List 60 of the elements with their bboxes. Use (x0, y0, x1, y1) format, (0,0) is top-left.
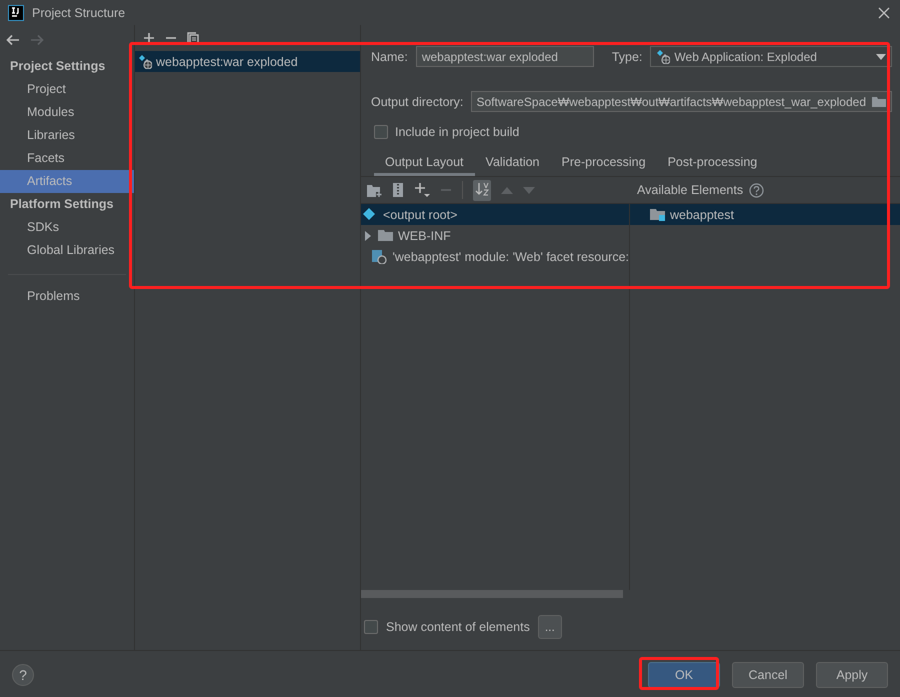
artifact-list-item[interactable]: webapptest:war exploded (135, 51, 360, 72)
checkbox-label: Show content of elements (386, 620, 530, 634)
tree-row[interactable]: webapptest (630, 204, 900, 225)
tree-row[interactable]: 'webapptest' module: 'Web' facet resource: (361, 246, 629, 267)
section-header: Platform Settings (9, 196, 114, 213)
dialog-button[interactable]: Cancel (732, 662, 804, 688)
dropdown-caret-icon (876, 54, 886, 60)
more-button[interactable]: ... (538, 615, 562, 639)
tab[interactable]: Validation (474, 150, 551, 176)
archive-icon[interactable] (392, 183, 404, 197)
output-directory-field[interactable]: SoftwareSpace₩webapptest₩out₩artifacts₩webapptest_war_exploded (471, 91, 892, 112)
sidebar-item[interactable]: Libraries (0, 124, 134, 147)
sidebar-item[interactable]: Global Libraries (0, 239, 134, 262)
module-resource-icon (372, 250, 388, 264)
app-logo-icon (8, 4, 24, 20)
field-label: Name: (371, 50, 408, 64)
back-arrow-icon[interactable] (6, 34, 20, 46)
sort-icon[interactable] (475, 182, 489, 196)
tab[interactable]: Output Layout (374, 150, 475, 176)
close-icon[interactable] (878, 6, 890, 18)
folder-icon[interactable] (872, 96, 886, 107)
sidebar-item[interactable]: SDKs (0, 216, 134, 239)
tree-row[interactable]: WEB-INF (361, 225, 629, 246)
sidebar-item[interactable]: Project (0, 78, 134, 101)
name-field[interactable]: webapptest:war exploded (416, 46, 594, 67)
folder-icon (650, 208, 665, 222)
type-dropdown[interactable]: Web Application: Exploded (650, 46, 892, 67)
artifact-icon (656, 49, 670, 64)
add-dropdown-icon[interactable] (414, 182, 430, 198)
artifact-icon (138, 54, 152, 69)
collapsed-arrow-icon[interactable] (363, 230, 373, 240)
add-icon[interactable] (143, 32, 155, 44)
field-label: Output directory: (371, 94, 464, 108)
tree-label: WEB-INF (398, 228, 451, 242)
sidebar-item[interactable]: Problems (0, 285, 134, 308)
checkbox-label: Include in project build (395, 125, 520, 139)
tab[interactable]: Post-processing (656, 150, 768, 176)
new-folder-icon[interactable] (367, 184, 382, 196)
tab[interactable]: Pre-processing (550, 150, 657, 176)
dialog-button[interactable]: Apply (816, 662, 888, 688)
sidebar-item[interactable]: Facets (0, 147, 134, 170)
diamond-cluster-icon (363, 208, 378, 222)
tree-label: webapptest (670, 208, 734, 222)
section-header: Project Settings (9, 58, 106, 75)
tree-label: 'webapptest' module: 'Web' facet resource: (392, 250, 629, 264)
sidebar-item[interactable]: Modules (0, 101, 134, 124)
checkbox[interactable] (364, 620, 378, 634)
tree-label: <output root> (383, 208, 458, 222)
help-icon (749, 182, 764, 198)
scrollbar[interactable] (361, 590, 623, 598)
help-button[interactable]: ? (12, 664, 34, 686)
artifact-name: webapptest:war exploded (156, 54, 298, 68)
panel-title: Available Elements (637, 183, 744, 197)
field-label: Type: (612, 50, 642, 64)
checkbox[interactable] (374, 125, 388, 139)
window-title: Project Structure (32, 6, 126, 20)
folder-icon (378, 228, 393, 242)
dialog-button[interactable]: OK (648, 662, 720, 688)
copy-icon[interactable] (187, 32, 199, 44)
tree-row[interactable]: <output root> (361, 204, 629, 225)
